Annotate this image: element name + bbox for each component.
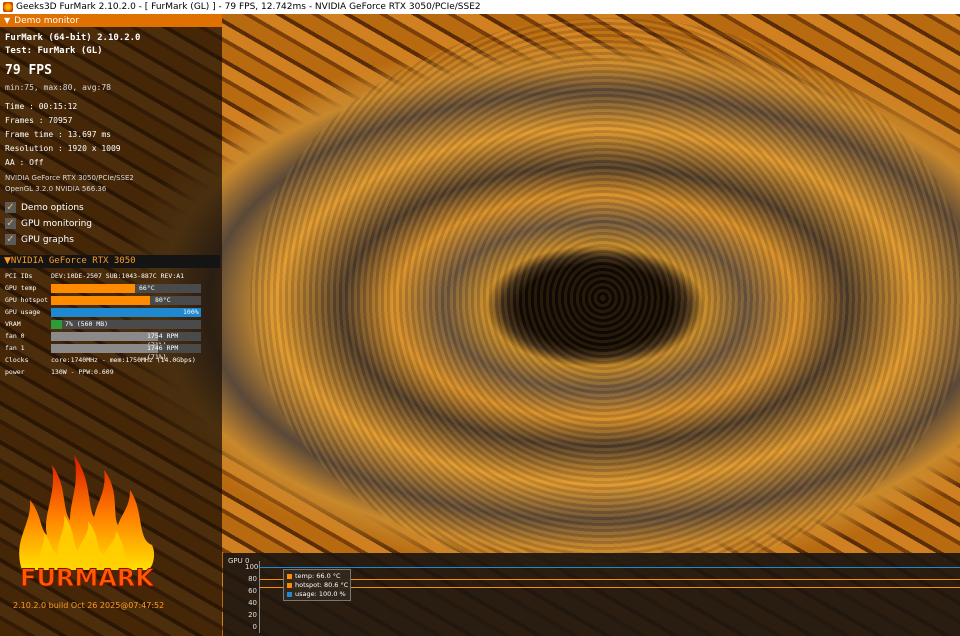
pci-ids-value: DEV:10DE-2507 SUB:1043-887C REV:A1 xyxy=(51,272,185,280)
legend-swatch-temp xyxy=(287,573,292,579)
gpu-hotspot-bar: 80°C xyxy=(51,296,201,305)
demo-monitor-title: Demo monitor xyxy=(14,16,79,26)
pci-ids-label: PCI IDs xyxy=(5,272,33,280)
demo-options-checkbox[interactable]: ✓ Demo options xyxy=(5,202,84,213)
vram-label: VRAM xyxy=(5,320,21,328)
legend-temp: temp: 66.0 °C xyxy=(287,572,341,580)
gpu-graphs-checkbox[interactable]: ✓ GPU graphs xyxy=(5,234,74,245)
gpu-usage-label: GPU usage xyxy=(5,308,41,316)
fan1-bar-fill xyxy=(51,344,158,353)
y-tick-100: 100 xyxy=(245,563,259,571)
hotspot-series-line xyxy=(260,578,960,580)
fan0-bar: 1754 RPM (71%) xyxy=(51,332,201,349)
gpu-name: NVIDIA GeForce RTX 3050 xyxy=(10,256,136,266)
clocks-label: Clocks xyxy=(5,356,29,364)
power-label: power xyxy=(5,368,25,376)
vram-value: 7% (560 MB) xyxy=(65,320,109,328)
gpu-temp-label: GPU temp xyxy=(5,284,37,292)
fan1-label: fan 1 xyxy=(5,344,25,352)
legend-usage-label: usage: 100.0 % xyxy=(295,590,346,598)
window-titlebar: Geeks3D FurMark 2.10.2.0 - [ FurMark (GL… xyxy=(0,0,960,14)
fan0-bar-fill xyxy=(51,332,158,341)
fps-stats: min:75, max:80, avg:78 xyxy=(5,83,111,92)
legend-hotspot: hotspot: 80.6 °C xyxy=(287,581,348,589)
window-title: Geeks3D FurMark 2.10.2.0 - [ FurMark (GL… xyxy=(16,2,481,12)
checkmark-icon[interactable]: ✓ xyxy=(5,202,16,213)
gpu-hotspot-label: GPU hotspot xyxy=(5,296,49,304)
renderer-string: NVIDIA GeForce RTX 3050/PCIe/SSE2 xyxy=(5,174,134,182)
furmark-app-icon xyxy=(3,2,13,12)
stat-resolution: Resolution : 1920 x 1009 xyxy=(5,144,121,153)
y-tick-80: 80 xyxy=(248,575,257,583)
vram-bar: 7% (560 MB) xyxy=(51,320,201,329)
furmark-flame-logo: FURMARK xyxy=(19,455,156,593)
stat-frame-time: Frame time : 13.697 ms xyxy=(5,130,111,139)
usage-series-line xyxy=(260,567,960,568)
legend-swatch-usage xyxy=(287,591,292,597)
vram-bar-fill xyxy=(51,320,62,329)
fan0-label: fan 0 xyxy=(5,332,25,340)
stat-time: Time : 00:15:12 xyxy=(5,102,78,111)
app-version-line: FurMark (64-bit) 2.10.2.0 xyxy=(5,33,141,43)
gpu-usage-value: 100% xyxy=(183,308,199,316)
demo-options-label: Demo options xyxy=(21,202,84,213)
checkmark-icon[interactable]: ✓ xyxy=(5,234,16,245)
demo-monitor-header[interactable]: ▼ Demo monitor xyxy=(0,14,222,27)
furmark-logo-text: FURMARK xyxy=(20,564,155,592)
collapse-triangle-icon[interactable]: ▼ xyxy=(4,256,11,266)
fan1-bar: 1746 RPM (71%) xyxy=(51,344,201,361)
build-string: 2.10.2.0 build Oct 26 2025@07:47:52 xyxy=(13,601,165,610)
legend-usage: usage: 100.0 % xyxy=(287,590,346,598)
legend-temp-label: temp: 66.0 °C xyxy=(295,572,341,580)
gpu-hotspot-bar-fill xyxy=(51,296,150,305)
opengl-string: OpenGL 3.2.0 NVIDIA 566.36 xyxy=(5,185,107,193)
gpu-temp-value: 66°C xyxy=(139,284,155,292)
fur-donut-render xyxy=(250,18,960,578)
graph-y-axis xyxy=(259,561,260,633)
gpu-hotspot-value: 80°C xyxy=(155,296,171,304)
collapse-triangle-icon[interactable]: ▼ xyxy=(4,14,10,27)
y-tick-40: 40 xyxy=(248,599,257,607)
y-tick-60: 60 xyxy=(248,587,257,595)
legend-swatch-hotspot xyxy=(287,582,292,588)
gpu-graph-panel: GPU 0 100 80 60 40 20 0 temp: 66.0 °C ho… xyxy=(223,553,960,636)
gpu-section-header[interactable]: ▼NVIDIA GeForce RTX 3050 xyxy=(0,255,220,268)
gpu-graphs-label: GPU graphs xyxy=(21,234,74,245)
gpu-temp-bar: 66°C xyxy=(51,284,201,293)
stat-aa: AA : Off xyxy=(5,158,44,167)
legend-hotspot-label: hotspot: 80.6 °C xyxy=(295,581,349,589)
y-tick-0: 0 xyxy=(252,623,257,631)
gpu-temp-bar-fill xyxy=(51,284,135,293)
temp-series-line xyxy=(260,587,960,589)
power-value: 130W - PPW:0.609 xyxy=(51,368,114,376)
y-tick-20: 20 xyxy=(248,611,257,619)
test-line: Test: FurMark (GL) xyxy=(5,46,103,56)
checkmark-icon[interactable]: ✓ xyxy=(5,218,16,229)
fps-value: 79 FPS xyxy=(5,63,52,78)
gpu-usage-bar: 100% xyxy=(51,308,201,317)
gpu-monitoring-checkbox[interactable]: ✓ GPU monitoring xyxy=(5,218,92,229)
gpu-usage-bar-fill xyxy=(51,308,201,317)
graph-legend: temp: 66.0 °C hotspot: 80.6 °C usage: 10… xyxy=(283,569,351,601)
clocks-value: core:1740MHz - mem:1750MHz (14.0Gbps) xyxy=(51,356,196,364)
gpu-monitoring-label: GPU monitoring xyxy=(21,218,92,229)
stat-frames: Frames : 70957 xyxy=(5,116,73,125)
